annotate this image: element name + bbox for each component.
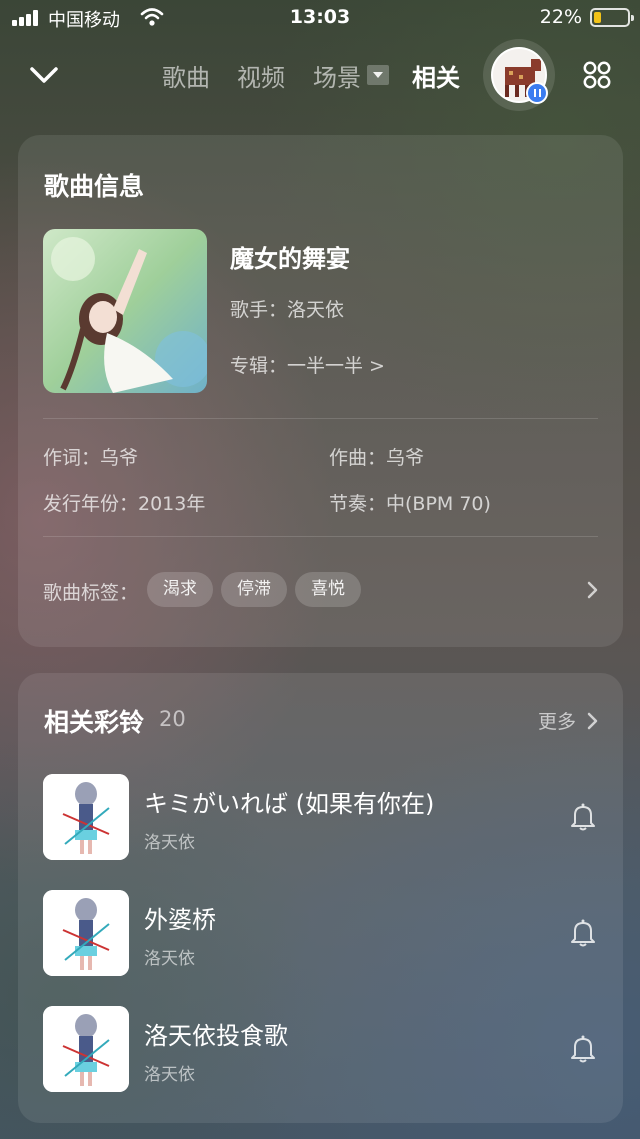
- song-tag[interactable]: 渴求: [147, 572, 213, 607]
- ringtone-item[interactable]: キミがいれば (如果有你在) 洛天依: [43, 774, 603, 860]
- tab-videos[interactable]: 视频: [237, 58, 285, 93]
- release-year: 发行年份：2013年: [43, 493, 206, 515]
- chevron-right-icon[interactable]: [586, 580, 600, 600]
- bell-icon[interactable]: [568, 1034, 598, 1064]
- tags-label: 歌曲标签：: [43, 582, 139, 604]
- chevron-down-icon[interactable]: [26, 60, 62, 90]
- tab-scenes[interactable]: 场景: [313, 58, 361, 93]
- album-cover[interactable]: [43, 229, 207, 393]
- song-name: 魔女的舞宴: [230, 245, 350, 273]
- battery-icon: [590, 8, 634, 27]
- section-title: 相关彩铃: [44, 708, 145, 737]
- song-info-card: 歌曲信息 魔女的舞宴 歌手：洛天依 专辑：一半一半 > 作词：乌爷 作曲：乌爷 …: [18, 135, 623, 647]
- top-nav: 歌曲 视频 场景 相关: [0, 39, 640, 112]
- pause-icon[interactable]: [526, 82, 548, 104]
- tab-songs[interactable]: 歌曲: [162, 58, 210, 93]
- tempo: 节奏：中(BPM 70): [329, 493, 491, 515]
- bell-icon[interactable]: [568, 918, 598, 948]
- ringtone-artist: 洛天依: [144, 1065, 195, 1085]
- grid-circles-icon[interactable]: [582, 60, 612, 90]
- more-link[interactable]: 更多: [538, 707, 576, 734]
- ringtone-thumbnail: [43, 774, 129, 860]
- divider: [43, 418, 598, 419]
- chevron-right-icon[interactable]: [586, 711, 600, 731]
- composer: 作曲：乌爷: [329, 447, 425, 469]
- related-ringtones-card: 相关彩铃 20 更多 キミがいれば (如果有你在) 洛天依 外婆桥 洛天依 洛天…: [18, 673, 623, 1123]
- ringtone-title: 洛天依投食歌: [144, 1022, 288, 1050]
- ringtone-item[interactable]: 洛天依投食歌 洛天依: [43, 1006, 603, 1092]
- ringtone-title: 外婆桥: [144, 906, 216, 934]
- ringtone-artist: 洛天依: [144, 833, 195, 853]
- song-tag[interactable]: 停滞: [221, 572, 287, 607]
- ringtone-title: キミがいれば (如果有你在): [144, 790, 435, 818]
- ringtone-artist: 洛天依: [144, 949, 195, 969]
- battery-percent: 22%: [539, 6, 582, 28]
- bell-icon[interactable]: [568, 802, 598, 832]
- singer[interactable]: 歌手：洛天依: [230, 295, 344, 322]
- section-title: 歌曲信息: [44, 172, 145, 201]
- ringtone-count: 20: [159, 707, 186, 731]
- album-link[interactable]: 专辑：一半一半 >: [230, 351, 385, 378]
- now-playing-disc[interactable]: [483, 39, 555, 111]
- ringtone-item[interactable]: 外婆桥 洛天依: [43, 890, 603, 976]
- tab-related[interactable]: 相关: [412, 58, 460, 93]
- song-tag[interactable]: 喜悦: [295, 572, 361, 607]
- ringtone-thumbnail: [43, 890, 129, 976]
- lyricist: 作词：乌爷: [43, 447, 139, 469]
- caret-down-icon[interactable]: [367, 65, 389, 85]
- status-bar: 中国移动 13:03 22%: [0, 0, 640, 36]
- ringtone-thumbnail: [43, 1006, 129, 1092]
- divider: [43, 536, 598, 537]
